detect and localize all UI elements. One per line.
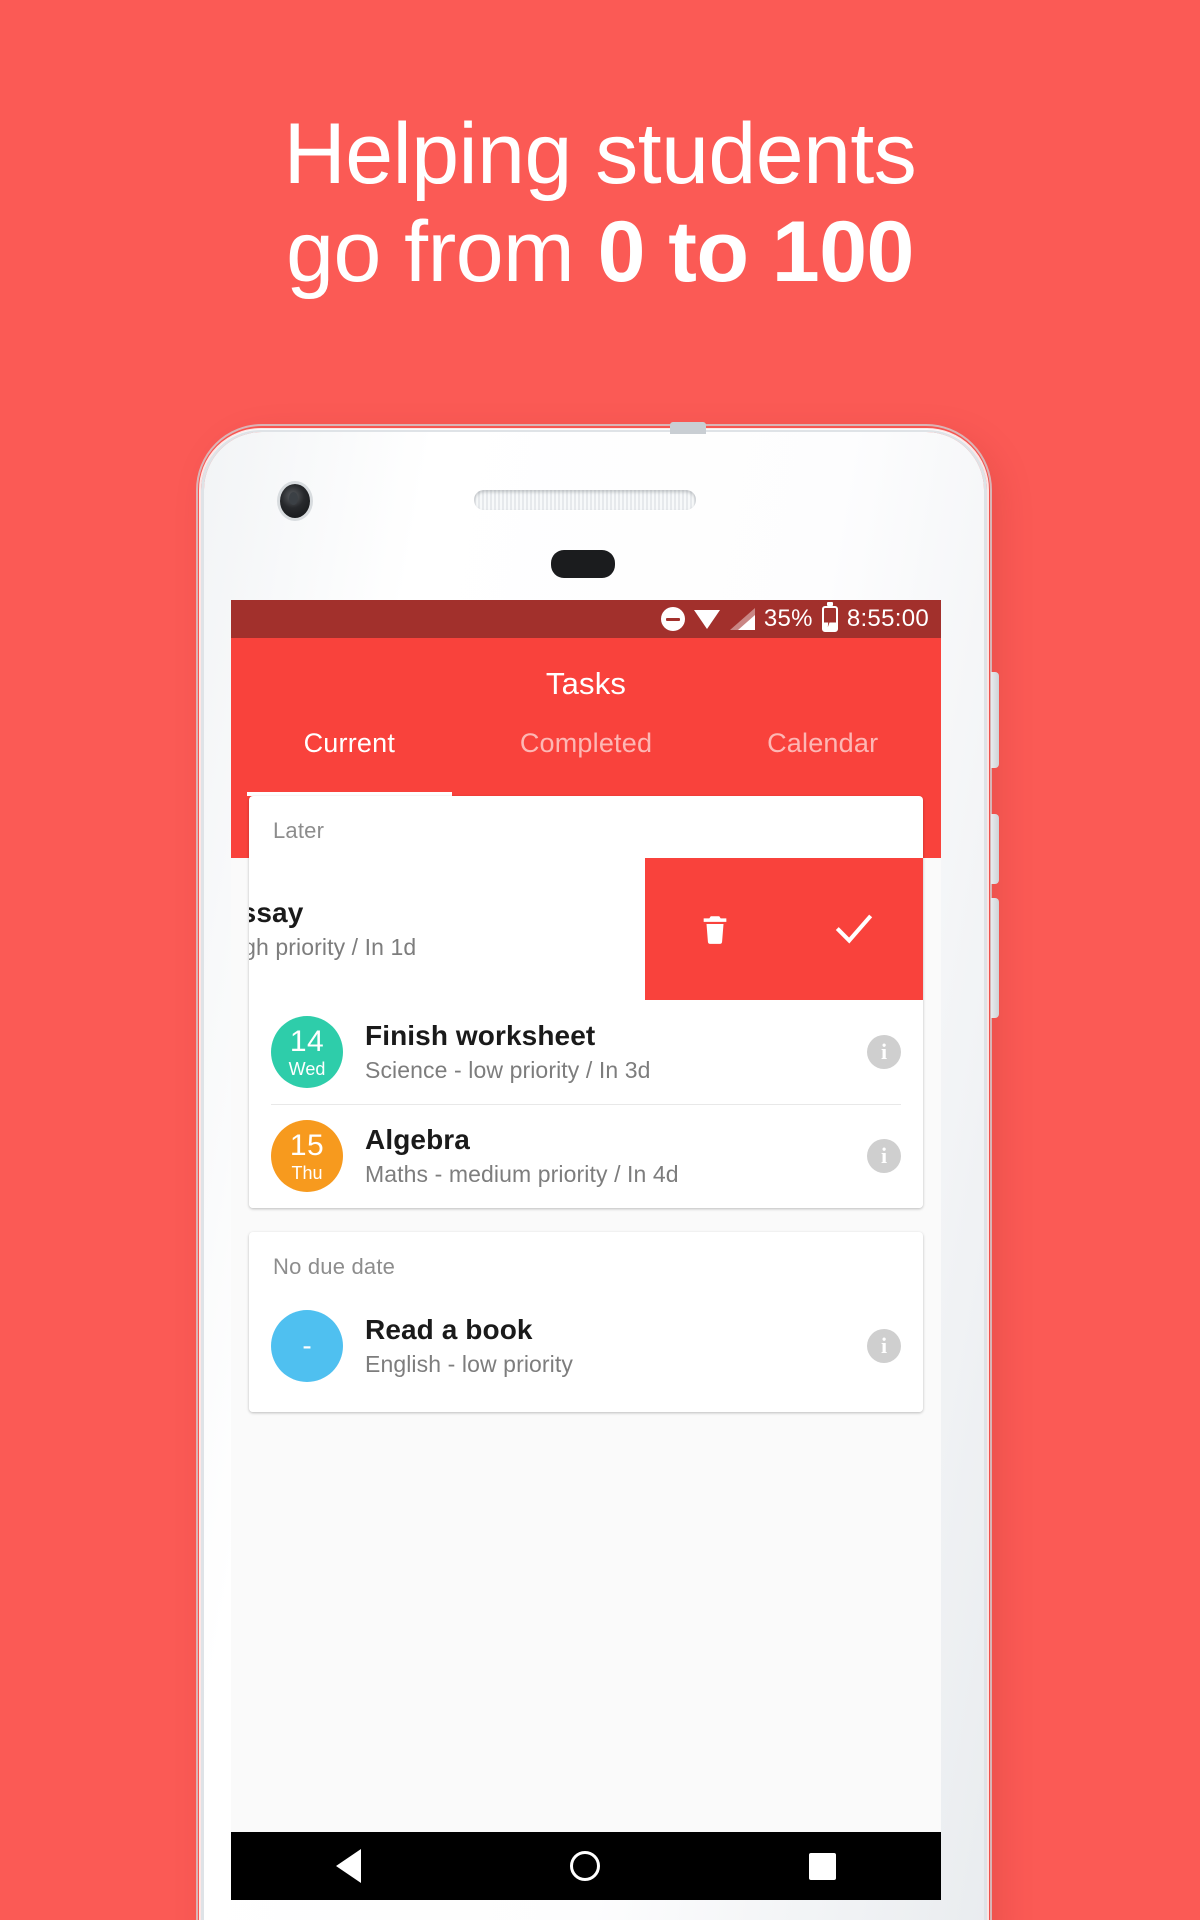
headline-line-1: Helping students [283,106,917,202]
task-list-body: Later say gh priority / In 1d 14 Wed Fin… [231,796,941,1832]
phone-top-nub [670,422,706,434]
task-date-weekday: Wed [288,1058,326,1079]
task-date-badge: 14 Wed [271,1016,343,1088]
tab-bar: Current Completed Calendar [231,728,941,796]
back-triangle-icon [335,1849,361,1883]
volume-up-button[interactable] [991,814,999,884]
android-back-button[interactable] [335,1849,361,1883]
battery-percent-label: 35% [763,605,813,632]
task-title: Algebra [365,1123,470,1155]
home-circle-icon [569,1851,600,1881]
phone-bottom-chin [231,1900,941,1920]
power-button[interactable] [991,672,999,768]
earpiece-speaker [474,490,696,510]
tab-current-label: Current [303,728,396,758]
headline-light-part: go from [286,204,598,301]
task-subtitle: Science - low priority / In 3d [365,1057,651,1084]
tab-calendar-label: Calendar [767,728,879,758]
wifi-icon [693,608,721,630]
sensor-pill [551,550,615,578]
task-date-badge: 15 Thu [271,1120,343,1192]
info-icon[interactable]: i [867,1035,901,1069]
battery-charging-icon [821,602,838,632]
section-card-no-due-date: No due date - Read a book English - low … [249,1232,923,1412]
cellular-signal-icon [729,608,755,630]
section-header-no-due-date: No due date [273,1254,396,1279]
section-card-later: Later say gh priority / In 1d 14 Wed Fin… [249,796,923,1208]
task-date-number: 14 [289,1024,325,1058]
task-row[interactable]: 14 Wed Finish worksheet Science - low pr… [249,1000,923,1104]
task-date-number: 15 [289,1128,325,1162]
page-title: Tasks [545,666,627,701]
volume-down-button[interactable] [991,898,999,1018]
tab-completed[interactable]: Completed [468,728,705,796]
tab-completed-label: Completed [519,728,653,758]
phone-mockup: 35% 8:55:00 Tasks Current Completed Cale… [196,422,999,1920]
swiped-task-row-wrapper: essay high priority / In 1d i [249,858,923,1000]
info-icon[interactable]: i [867,1139,901,1173]
task-date-number: - [302,1330,312,1361]
task-text-block: Read a book English - low priority [343,1314,857,1378]
tab-current[interactable]: Current [231,728,468,796]
swipe-action-panel [645,858,923,1000]
headline-bold-part: 0 to 100 [597,204,915,301]
delete-task-button[interactable] [689,903,741,955]
recents-square-icon [809,1852,837,1880]
headline-line-2: go from 0 to 100 [0,203,1200,301]
task-row[interactable]: - Read a book English - low priority i [249,1294,923,1412]
front-camera-icon [280,484,310,518]
do-not-disturb-icon [660,607,685,631]
android-recents-button[interactable] [809,1852,837,1880]
complete-task-button[interactable] [828,903,880,955]
task-text-block: Algebra Maths - medium priority / In 4d [343,1124,857,1188]
task-title: Finish worksheet [365,1019,596,1051]
task-title: Read a book [365,1313,533,1345]
info-icon[interactable]: i [867,1329,901,1363]
tab-calendar[interactable]: Calendar [704,728,941,796]
task-date-weekday: Thu [291,1162,323,1183]
task-date-badge: - [271,1310,343,1382]
android-navigation-bar [231,1832,941,1900]
promo-headline: Helping students go from 0 to 100 [0,105,1200,301]
clock-label: 8:55:00 [846,605,929,632]
android-home-button[interactable] [569,1851,600,1881]
app-bar: Tasks Current Completed Calendar [231,638,941,796]
task-subtitle: Maths - medium priority / In 4d [365,1161,679,1188]
task-row[interactable]: 15 Thu Algebra Maths - medium priority /… [249,1104,923,1208]
status-bar: 35% 8:55:00 [231,600,941,638]
phone-screen: 35% 8:55:00 Tasks Current Completed Cale… [231,600,941,1832]
task-text-block: Finish worksheet Science - low priority … [343,1020,857,1084]
section-header-later: Later [273,818,325,843]
task-subtitle: English - low priority [365,1351,573,1378]
